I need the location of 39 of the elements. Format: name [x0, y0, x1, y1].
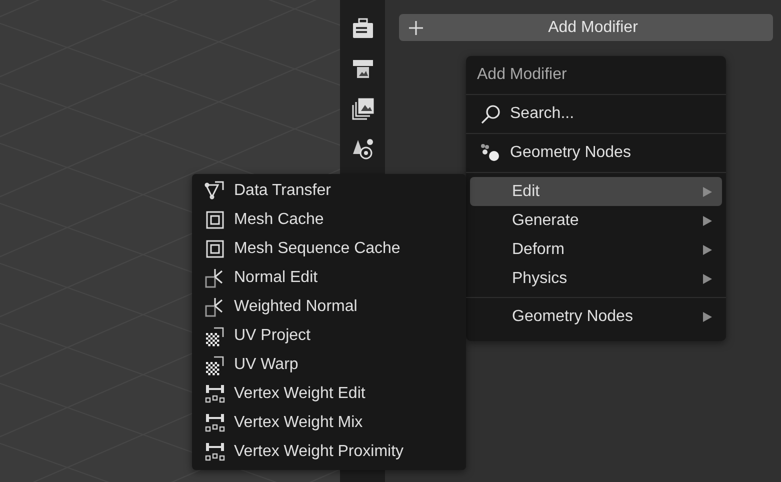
menu-item[interactable]: Geometry Nodes	[470, 302, 722, 331]
dumbbell-icon	[204, 382, 226, 404]
menu-item[interactable]: UV Warp	[196, 350, 462, 379]
triangle-icon	[204, 180, 226, 202]
menu-item[interactable]: UV Project	[196, 321, 462, 350]
square-icon	[204, 208, 226, 230]
square-icon	[204, 238, 226, 260]
menu-item[interactable]: Vertex Weight Edit	[196, 379, 462, 408]
caret-icon	[703, 244, 712, 254]
caret-icon	[703, 274, 712, 284]
shapes-icon[interactable]	[352, 138, 374, 160]
menu-item[interactable]: Search...	[470, 95, 722, 133]
menu-item[interactable]: Weighted Normal	[196, 292, 462, 321]
dumbbell-icon	[204, 412, 226, 434]
image-stack-icon[interactable]	[352, 98, 374, 120]
menu-item[interactable]: Data Transfer	[196, 176, 462, 205]
menu-item[interactable]: Normal Edit	[196, 263, 462, 292]
menu-item[interactable]: Geometry Nodes	[470, 134, 722, 172]
checker-icon	[204, 324, 226, 346]
add-modifier-button[interactable]: Add Modifier	[399, 14, 773, 41]
caret-icon	[703, 186, 712, 196]
menu-item[interactable]: Generate	[470, 206, 722, 235]
toolbox-icon[interactable]	[352, 18, 374, 40]
menu-item[interactable]: Physics	[470, 264, 722, 293]
plus-icon	[409, 20, 423, 34]
menu-item[interactable]: Vertex Weight Mix	[196, 408, 462, 437]
search-icon	[480, 103, 502, 125]
checker-icon	[204, 354, 226, 376]
caret-icon	[703, 216, 712, 226]
dumbbell-icon	[204, 440, 226, 462]
menu-item[interactable]: Mesh Sequence Cache	[196, 234, 462, 263]
menu-item[interactable]: Vertex Weight Proximity	[196, 437, 462, 466]
dots-icon	[480, 142, 502, 164]
caret-icon	[703, 312, 712, 322]
menu-item[interactable]: Edit	[470, 177, 722, 206]
printer-icon[interactable]	[352, 58, 374, 80]
menu-item[interactable]: Deform	[470, 235, 722, 264]
menu-item[interactable]: Mesh Cache	[196, 205, 462, 234]
menu-title: Add Modifier	[476, 65, 568, 85]
